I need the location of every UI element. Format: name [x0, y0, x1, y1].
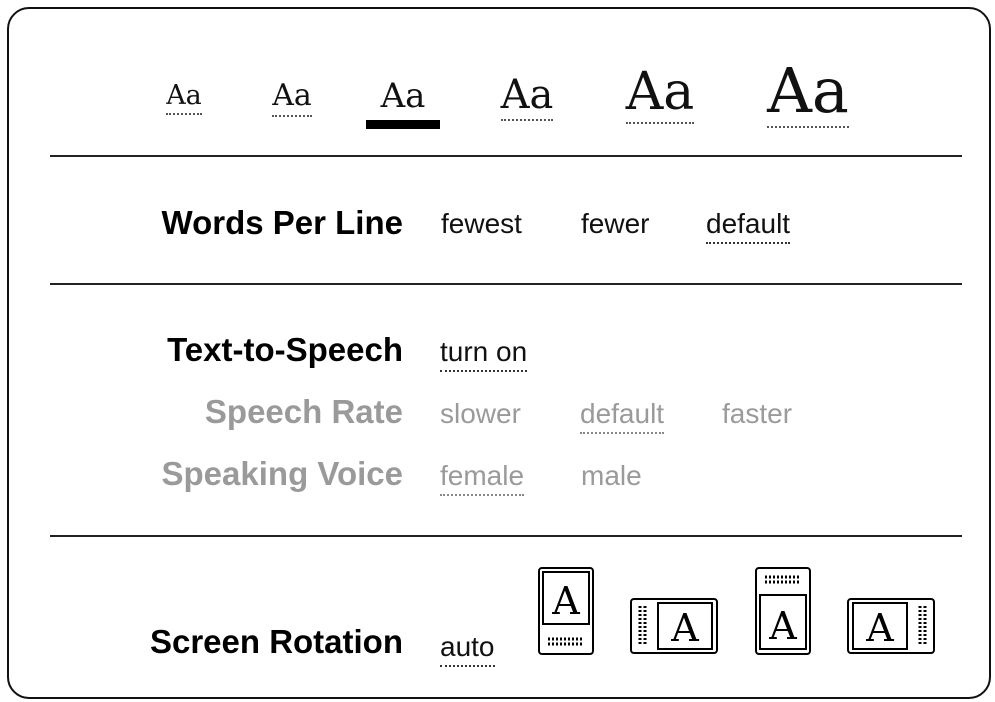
words-per-line-fewer[interactable]: fewer [581, 210, 649, 238]
divider [50, 155, 962, 157]
font-size-option-6[interactable]: Aa [752, 54, 864, 128]
landscape-right-icon: A [847, 598, 935, 654]
speaking-voice-male[interactable]: male [581, 462, 642, 490]
portrait-icon: A [538, 567, 594, 655]
svg-text:A: A [865, 606, 894, 650]
font-size-sample: Aa [380, 76, 426, 116]
speech-rate-label: Speech Rate [204, 393, 403, 430]
font-size-sample: Aa [272, 81, 312, 117]
rotation-portrait-inverted-option[interactable]: A [755, 567, 811, 655]
speech-rate-slower[interactable]: slower [440, 400, 521, 428]
speaking-voice-female[interactable]: female [440, 460, 525, 496]
screen-rotation-label: Screen Rotation [149, 623, 403, 660]
font-size-sample: Aa [166, 82, 202, 115]
words-per-line-fewest[interactable]: fewest [441, 210, 522, 238]
words-per-line-label: Words Per Line [161, 204, 403, 241]
svg-text:A: A [551, 579, 580, 623]
font-size-sample: Aa [625, 62, 695, 124]
words-per-line-default[interactable]: default [706, 208, 791, 244]
font-size-sample: Aa [500, 75, 554, 121]
font-size-option-4[interactable]: Aa [482, 72, 572, 121]
rotation-landscape-left-option[interactable]: A [630, 598, 718, 654]
portrait-inverted-icon: A [755, 567, 811, 655]
rotation-auto[interactable]: auto [440, 631, 495, 667]
font-size-option-1[interactable]: Aa [150, 80, 218, 115]
speech-rate-default[interactable]: default [580, 398, 665, 434]
rotation-portrait-option[interactable]: A [538, 567, 594, 655]
svg-text:A: A [768, 604, 797, 648]
speech-rate-faster[interactable]: faster [722, 400, 792, 428]
speaking-voice-label: Speaking Voice [161, 455, 403, 492]
font-size-sample: Aa [767, 54, 849, 128]
text-to-speech-label: Text-to-Speech [167, 331, 403, 368]
divider [50, 535, 962, 537]
font-size-option-3[interactable]: Aa [366, 76, 440, 129]
selected-font-size-indicator [366, 120, 440, 129]
font-size-option-5[interactable]: Aa [607, 62, 713, 124]
svg-text:A: A [670, 606, 699, 650]
font-size-option-2[interactable]: Aa [255, 78, 329, 117]
rotation-landscape-right-option[interactable]: A [847, 598, 935, 654]
text-to-speech-toggle[interactable]: turn on [440, 336, 528, 372]
landscape-left-icon: A [630, 598, 718, 654]
divider [50, 283, 962, 285]
